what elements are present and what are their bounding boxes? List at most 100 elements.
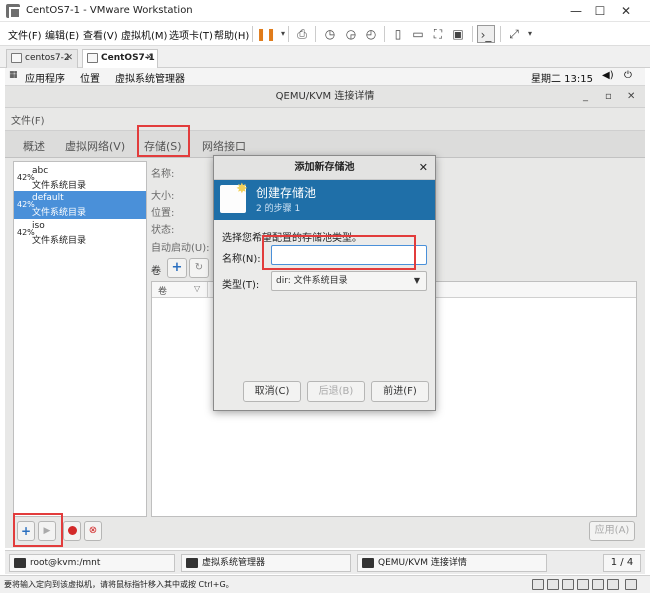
- state-label: 状态:: [151, 225, 175, 236]
- pool-item-default[interactable]: 42% default 文件系统目录: [14, 191, 146, 219]
- disk-icon[interactable]: [532, 579, 544, 590]
- menu-help[interactable]: 帮助(H): [214, 27, 249, 42]
- app-tabs: 概述 虚拟网络(V) 存储(S) 网络接口: [5, 130, 645, 158]
- apply-button[interactable]: 应用(A): [589, 521, 635, 541]
- task-connection-details[interactable]: QEMU/KVM 连接详情: [357, 554, 547, 572]
- snapshot-icon[interactable]: ◷: [321, 25, 339, 43]
- close-icon[interactable]: ✕: [614, 2, 638, 20]
- volume-icon[interactable]: ◀): [602, 70, 614, 81]
- delete-pool-button[interactable]: ⊗: [84, 521, 102, 541]
- pool-type-selected: dir: 文件系统目录: [276, 276, 348, 286]
- dialog-banner: ✸ 创建存储池 2 的步骤 1: [214, 180, 435, 220]
- library-icon[interactable]: ▯: [389, 25, 407, 43]
- dropdown-icon[interactable]: ▾: [274, 25, 292, 43]
- cdrom-icon[interactable]: [547, 579, 559, 590]
- dialog-prompt: 选择您希望配置的存储池类型。: [222, 233, 362, 244]
- close-tab-icon[interactable]: ✕: [65, 50, 73, 67]
- task-terminal[interactable]: root@kvm:/mnt: [9, 554, 175, 572]
- applications-menu[interactable]: 应用程序: [25, 70, 65, 85]
- terminal-icon: [14, 558, 26, 568]
- thumbnail-icon[interactable]: ▭: [409, 25, 427, 43]
- maximize-icon[interactable]: ☐: [588, 2, 612, 20]
- revert-snapshot-icon[interactable]: ◶: [342, 25, 360, 43]
- current-app-menu[interactable]: 虚拟系统管理器: [115, 70, 185, 85]
- start-pool-button[interactable]: ▶: [38, 521, 56, 541]
- cancel-button[interactable]: 取消(C): [243, 381, 301, 402]
- maximize-icon[interactable]: ▫: [605, 86, 612, 108]
- pool-type: 文件系统目录: [32, 236, 87, 246]
- name-label: 名称:: [151, 169, 175, 180]
- task-label: QEMU/KVM 连接详情: [378, 558, 467, 568]
- app-title-text: QEMU/KVM 连接详情: [275, 91, 375, 102]
- menu-file[interactable]: 文件(F): [11, 112, 45, 127]
- add-storage-pool-dialog: 添加新存储池 ✕ ✸ 创建存储池 2 的步骤 1 选择您希望配置的存储池类型。 …: [213, 155, 436, 411]
- snapshot-manager-icon[interactable]: ◴: [362, 25, 380, 43]
- tab-storage[interactable]: 存储(S): [144, 138, 182, 154]
- pool-name-input[interactable]: [271, 245, 427, 265]
- pool-type: 文件系统目录: [32, 181, 87, 191]
- menu-file[interactable]: 文件(F): [8, 27, 42, 42]
- send-keys-icon[interactable]: ⎙: [293, 25, 311, 43]
- pool-item-abc[interactable]: 42% abc 文件系统目录: [14, 164, 146, 192]
- close-tab-icon[interactable]: ✕: [145, 50, 153, 67]
- menu-edit[interactable]: 编辑(E): [45, 27, 79, 42]
- volumes-column-header[interactable]: 卷: [158, 284, 167, 297]
- message-icon[interactable]: [625, 579, 637, 590]
- forward-button[interactable]: 前进(F): [371, 381, 429, 402]
- monitor-icon: [362, 558, 374, 568]
- pause-icon[interactable]: ❚❚: [256, 25, 276, 43]
- menu-vm[interactable]: 虚拟机(M): [121, 27, 167, 42]
- dialog-close-icon[interactable]: ✕: [419, 156, 428, 180]
- toolbar-separator: [500, 26, 501, 42]
- add-pool-button[interactable]: +: [17, 521, 35, 541]
- vmware-titlebar: CentOS7-1 - VMware Workstation — ☐ ✕: [0, 0, 650, 22]
- display-icon[interactable]: [607, 579, 619, 590]
- vm-icon: [87, 53, 98, 63]
- vm-tab-strip: centos7-2 ✕ CentOS7-1 ✕: [0, 46, 650, 68]
- apps-icon: ▦: [9, 70, 18, 80]
- sound-icon[interactable]: [592, 579, 604, 590]
- tab-virtual-networks[interactable]: 虚拟网络(V): [65, 138, 125, 154]
- app-titlebar: QEMU/KVM 连接详情 _ ▫ ✕: [5, 86, 645, 108]
- pool-type-select[interactable]: dir: 文件系统目录 ▼: [271, 271, 427, 291]
- pool-name: abc: [32, 166, 49, 176]
- console-icon[interactable]: ›_: [477, 25, 495, 43]
- fullscreen-icon[interactable]: ⛶: [429, 25, 447, 43]
- usb-icon[interactable]: [577, 579, 589, 590]
- places-menu[interactable]: 位置: [80, 70, 100, 85]
- stop-pool-button[interactable]: [63, 521, 81, 541]
- toolbar-separator: [288, 26, 289, 42]
- pool-item-iso[interactable]: 42% iso 文件系统目录: [14, 219, 146, 247]
- clock[interactable]: 星期二 13:15: [531, 70, 593, 85]
- volumes-label: 卷: [151, 266, 161, 277]
- task-virt-manager[interactable]: 虚拟系统管理器: [181, 554, 351, 572]
- menu-view[interactable]: 查看(V): [83, 27, 118, 42]
- banner-title: 创建存储池: [256, 186, 317, 200]
- dialog-titlebar: 添加新存储池 ✕: [214, 156, 435, 180]
- type-field-label: 类型(T):: [222, 280, 260, 291]
- unity-icon[interactable]: ▣: [449, 25, 467, 43]
- tab-overview[interactable]: 概述: [23, 138, 45, 154]
- back-button[interactable]: 后退(B): [307, 381, 365, 402]
- network-icon[interactable]: [562, 579, 574, 590]
- menu-tabs[interactable]: 选项卡(T): [169, 27, 213, 42]
- minimize-icon[interactable]: —: [564, 2, 588, 20]
- tab-centos7-2[interactable]: centos7-2 ✕: [6, 49, 78, 68]
- pool-type: 文件系统目录: [32, 208, 87, 218]
- close-icon[interactable]: ✕: [627, 86, 635, 108]
- refresh-volumes-button[interactable]: ↻: [189, 258, 209, 278]
- tab-network-interfaces[interactable]: 网络接口: [202, 138, 246, 154]
- workspace-switcher[interactable]: 1 / 4: [603, 554, 641, 572]
- tab-label: centos7-2: [25, 53, 70, 63]
- power-icon[interactable]: ⏻: [624, 70, 632, 81]
- toolbar-separator: [384, 26, 385, 42]
- add-volume-button[interactable]: +: [167, 258, 187, 278]
- name-field-label: 名称(N):: [222, 254, 261, 265]
- minimize-icon[interactable]: _: [583, 86, 588, 108]
- toolbar-separator: [252, 26, 253, 42]
- toolbar-separator: [315, 26, 316, 42]
- monitor-icon: [186, 558, 198, 568]
- dropdown-icon[interactable]: ▾: [521, 25, 539, 43]
- tab-centos7-1[interactable]: CentOS7-1 ✕: [82, 49, 158, 68]
- window-title: CentOS7-1 - VMware Workstation: [26, 5, 193, 16]
